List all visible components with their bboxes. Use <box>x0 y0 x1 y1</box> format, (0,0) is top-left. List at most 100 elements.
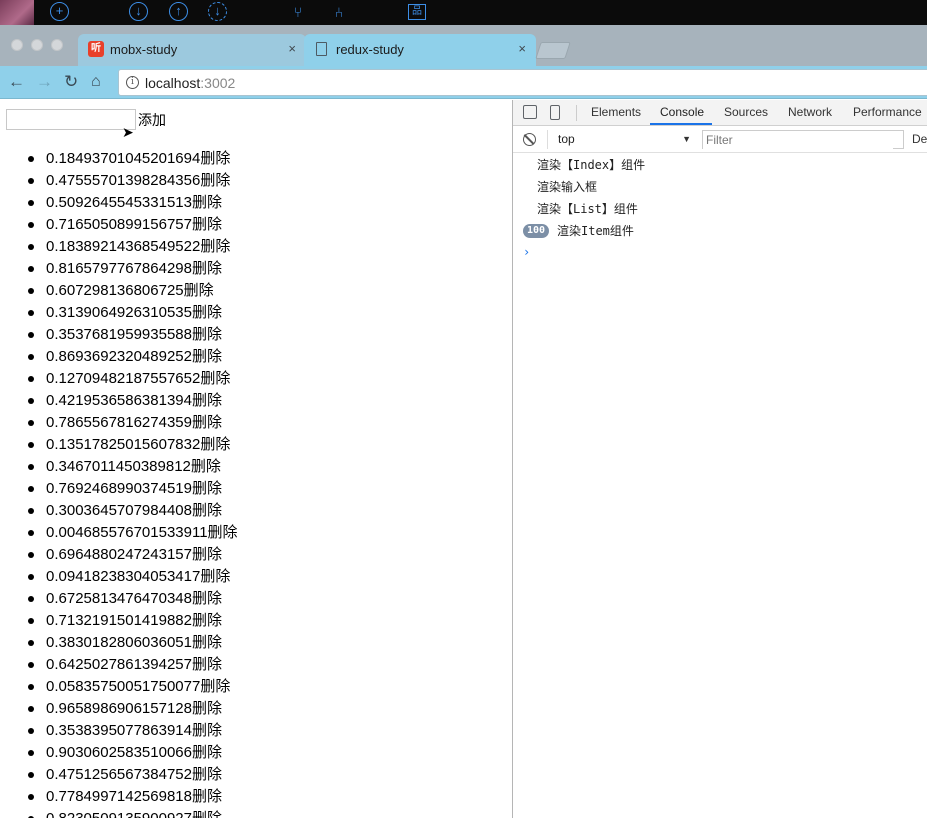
list-item-text[interactable]: 0.47555701398284356删除 <box>46 172 230 189</box>
tab-mobx-study[interactable]: 听 mobx-study × <box>78 34 306 66</box>
address-bar[interactable]: i localhost:3002 <box>118 69 927 96</box>
info-icon[interactable]: i <box>126 76 139 89</box>
git-merge-icon[interactable]: ⑃ <box>329 2 349 22</box>
list-item-text[interactable]: 0.6725813476470348删除 <box>46 590 222 607</box>
list-item: 0.004685576701533911删除 <box>0 522 238 544</box>
git-branch-icon[interactable]: ⑂ <box>288 2 308 22</box>
list-item: 0.7692468990374519删除 <box>0 478 238 500</box>
console-log: 渲染输入框 <box>537 180 598 194</box>
clear-console-icon[interactable] <box>523 133 536 146</box>
bullet-icon <box>28 200 34 206</box>
list-item-text[interactable]: 0.18493701045201694删除 <box>46 150 230 167</box>
window-close-icon[interactable] <box>11 39 23 51</box>
window-minimize-icon[interactable] <box>31 39 43 51</box>
list-item: 0.09418238304053417删除 <box>0 566 238 588</box>
add-circle-icon[interactable]: + <box>50 2 69 21</box>
tab-title: redux-study <box>336 42 404 57</box>
bullet-icon <box>28 596 34 602</box>
document-icon <box>316 42 327 56</box>
item-list: 0.18493701045201694删除 0.47555701398284356… <box>0 148 238 818</box>
list-item: 0.3537681959935588删除 <box>0 324 238 346</box>
upload-circle-icon[interactable]: ↑ <box>169 2 188 21</box>
list-item-text[interactable]: 0.9658986906157128删除 <box>46 700 222 717</box>
list-item-text[interactable]: 0.09418238304053417删除 <box>46 568 230 585</box>
list-item-text[interactable]: 0.7692468990374519删除 <box>46 480 222 497</box>
list-item-text[interactable]: 0.8693692320489252删除 <box>46 348 222 365</box>
list-item-text[interactable]: 0.3467011450389812删除 <box>46 458 221 475</box>
device-toolbar-icon[interactable] <box>550 105 560 120</box>
bullet-icon <box>28 420 34 426</box>
list-item-text[interactable]: 0.4219536586381394删除 <box>46 392 222 409</box>
list-item: 0.05835750051750077删除 <box>0 676 238 698</box>
bullet-icon <box>28 310 34 316</box>
network-icon[interactable]: 品 <box>408 4 426 20</box>
list-item-text[interactable]: 0.607298136806725删除 <box>46 282 214 299</box>
bullet-icon <box>28 442 34 448</box>
context-selector[interactable]: top ▼ <box>547 130 693 149</box>
list-item-text[interactable]: 0.7865567816274359删除 <box>46 414 222 431</box>
list-item: 0.4219536586381394删除 <box>0 390 238 412</box>
list-item-text[interactable]: 0.3003645707984408删除 <box>46 502 222 519</box>
list-item-text[interactable]: 0.7784997142569818删除 <box>46 788 222 805</box>
list-item-text[interactable]: 0.13517825015607832删除 <box>46 436 230 453</box>
download-dashed-icon[interactable]: ↓ <box>208 2 227 21</box>
tab-close-icon[interactable]: × <box>518 41 526 56</box>
bullet-icon <box>28 486 34 492</box>
home-icon[interactable]: ⌂ <box>91 71 101 93</box>
window-zoom-icon[interactable] <box>51 39 63 51</box>
bullet-icon <box>28 706 34 712</box>
browser-tab-strip: 听 mobx-study × redux-study × <box>0 25 927 66</box>
bullet-icon <box>28 772 34 778</box>
bullet-icon <box>28 332 34 338</box>
list-item: 0.7865567816274359删除 <box>0 412 238 434</box>
list-item-text[interactable]: 0.7165050899156757删除 <box>46 216 222 233</box>
bullet-icon <box>28 530 34 536</box>
tab-elements[interactable]: Elements <box>591 105 641 119</box>
list-item-text[interactable]: 0.3538395077863914删除 <box>46 722 222 739</box>
list-item-text[interactable]: 0.6425027861394257删除 <box>46 656 222 673</box>
list-item: 0.5092645545331513删除 <box>0 192 238 214</box>
list-item-text[interactable]: 0.3139064926310535删除 <box>46 304 222 321</box>
bullet-icon <box>28 156 34 162</box>
tab-close-icon[interactable]: × <box>288 41 296 56</box>
list-item: 0.3139064926310535删除 <box>0 302 238 324</box>
list-item-text[interactable]: 0.004685576701533911删除 <box>46 524 238 541</box>
toolbar-separator <box>576 105 577 121</box>
add-button[interactable]: 添加 <box>138 110 166 130</box>
list-item-text[interactable]: 0.8230509135900927删除 <box>46 810 222 818</box>
bullet-icon <box>28 640 34 646</box>
list-item-text[interactable]: 0.7132191501419882删除 <box>46 612 222 629</box>
tab-network[interactable]: Network <box>788 105 832 119</box>
tab-sources[interactable]: Sources <box>724 105 768 119</box>
console-prompt[interactable]: › <box>513 242 927 262</box>
list-item-text[interactable]: 0.9030602583510066删除 <box>46 744 222 761</box>
download-circle-icon[interactable]: ↓ <box>129 2 148 21</box>
bullet-icon <box>28 222 34 228</box>
forward-arrow-icon[interactable]: → <box>36 71 53 93</box>
list-item-text[interactable]: 0.5092645545331513删除 <box>46 194 222 211</box>
list-item: 0.3830182806036051删除 <box>0 632 238 654</box>
back-arrow-icon[interactable]: ← <box>8 71 25 93</box>
log-levels-dropdown[interactable]: De <box>912 132 927 146</box>
list-item-text[interactable]: 0.6964880247243157删除 <box>46 546 222 563</box>
list-item-text[interactable]: 0.12709482187557652删除 <box>46 370 230 387</box>
list-item-text[interactable]: 0.3537681959935588删除 <box>46 326 222 343</box>
active-tab-indicator <box>650 123 712 125</box>
tab-redux-study[interactable]: redux-study × <box>304 34 536 66</box>
list-item: 0.9030602583510066删除 <box>0 742 238 764</box>
new-tab-button[interactable] <box>535 42 571 59</box>
tab-console[interactable]: Console <box>660 105 704 119</box>
reload-icon[interactable]: ↻ <box>64 71 78 93</box>
list-item: 0.12709482187557652删除 <box>0 368 238 390</box>
inspect-element-icon[interactable] <box>523 105 537 119</box>
filter-input[interactable] <box>703 131 893 149</box>
list-item-text[interactable]: 0.8165797767864298删除 <box>46 260 222 277</box>
list-item-text[interactable]: 0.4751256567384752删除 <box>46 766 222 783</box>
item-input[interactable] <box>6 109 136 130</box>
list-item-text[interactable]: 0.05835750051750077删除 <box>46 678 230 695</box>
list-item-text[interactable]: 0.18389214368549522删除 <box>46 238 230 255</box>
repeat-count-badge: 100 <box>523 224 550 238</box>
tab-performance[interactable]: Performance <box>853 105 922 119</box>
list-item-text[interactable]: 0.3830182806036051删除 <box>46 634 222 651</box>
list-item: 0.4751256567384752删除 <box>0 764 238 786</box>
